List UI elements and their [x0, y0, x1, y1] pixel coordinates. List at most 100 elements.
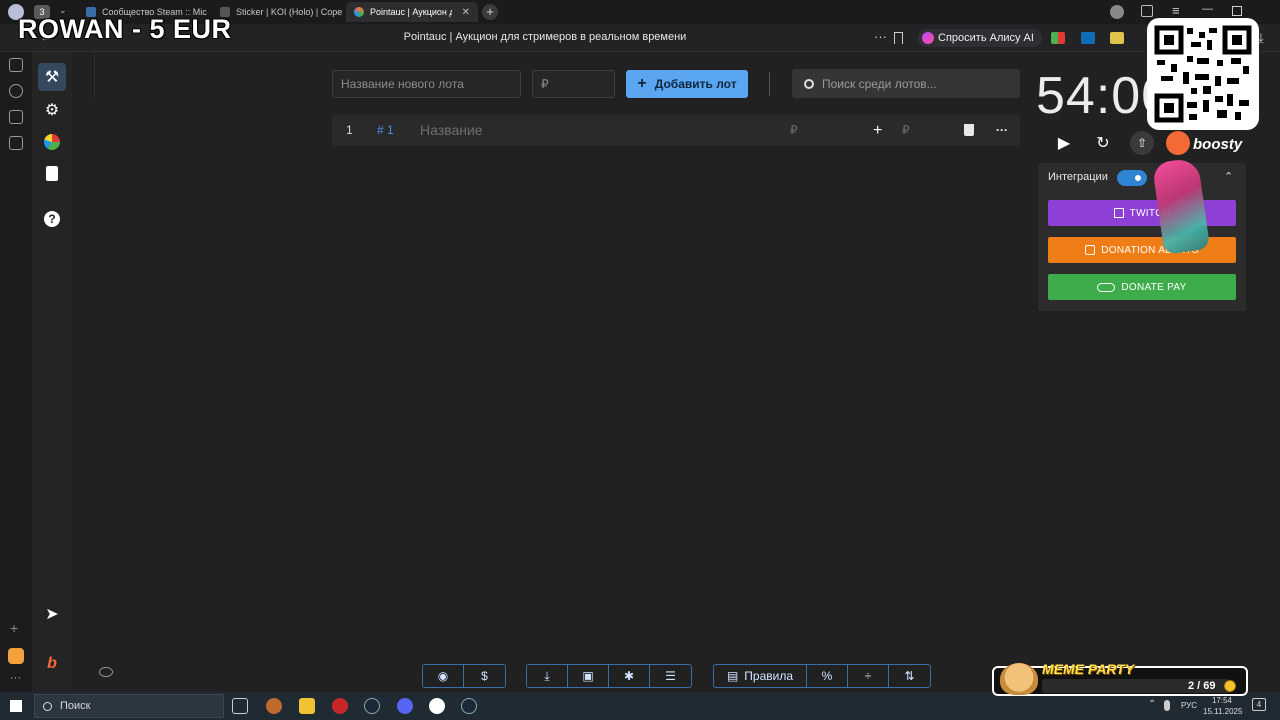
reset-icon[interactable]: ↻ — [1091, 131, 1115, 155]
rules-icon: ▤ — [726, 669, 739, 683]
donate-pay-button[interactable]: DONATE PAY — [1048, 274, 1236, 300]
steam-icon[interactable] — [461, 698, 477, 714]
donation-alerts-icon — [1085, 245, 1096, 255]
clipboard-icon[interactable] — [38, 159, 66, 187]
page-title[interactable]: Pointauc | Аукцион для стримеров в реаль… — [320, 31, 770, 43]
rules-label: Правила — [744, 669, 794, 683]
collections-icon[interactable] — [1141, 5, 1153, 17]
new-tab-button[interactable]: + — [482, 4, 498, 20]
tray-chevron-icon[interactable]: ⌃ — [1148, 699, 1156, 710]
steam-icon[interactable] — [364, 698, 380, 714]
doge-avatar — [1000, 663, 1038, 695]
help-icon[interactable]: ? — [38, 205, 66, 233]
percent-icon[interactable]: % — [807, 665, 848, 687]
bottom-group-rules: ▤ Правила % ÷ ⇅ — [713, 664, 931, 688]
lot-name-input[interactable]: Название — [420, 115, 483, 146]
profile-icon[interactable] — [1110, 5, 1124, 19]
notifications-icon[interactable]: 4 — [1252, 698, 1266, 711]
clear-lots-icon[interactable]: ☰ — [650, 665, 691, 687]
taskbar-app-icon[interactable] — [332, 698, 348, 714]
taskbar-search[interactable]: Поиск — [34, 694, 224, 718]
divide-icon[interactable]: ÷ — [848, 665, 889, 687]
close-tab-icon[interactable]: ✕ — [462, 7, 470, 18]
new-lot-price-input[interactable]: ₽ — [532, 70, 615, 98]
meme-count: 2 / 69 — [1188, 680, 1216, 692]
windows-start-icon[interactable] — [10, 700, 22, 712]
add-panel-icon[interactable]: + — [10, 620, 18, 636]
browser-tab-pointauc[interactable]: Pointauc | Аукцион для ✕ — [346, 2, 478, 22]
camera-icon[interactable] — [9, 136, 23, 150]
taskbar-app-icon[interactable] — [266, 698, 282, 714]
extension-sih-icon[interactable] — [1081, 32, 1095, 44]
bottom-group-file: ⤓ ▣ ✱ ☰ — [526, 664, 692, 688]
eye-icon[interactable] — [99, 667, 113, 677]
search-icon — [43, 701, 52, 711]
more-icon[interactable]: ··· — [874, 29, 887, 44]
tab-title: Sticker | KOI (Holo) | Copei — [236, 7, 342, 17]
search-placeholder: Поиск среди лотов... — [822, 76, 937, 91]
boosty-icon[interactable]: b — [38, 650, 66, 678]
search-icon — [804, 78, 814, 89]
lot-row[interactable]: 1 # 1 Название ₽ + ₽ ··· — [332, 115, 1020, 146]
rules-button[interactable]: ▤ Правила — [714, 665, 807, 687]
download-lots-icon[interactable]: ⤓ — [527, 665, 568, 687]
donate-pay-icon — [1097, 282, 1116, 292]
boosty-label: boosty — [1193, 136, 1243, 153]
alisa-icon — [922, 32, 934, 44]
bug-icon[interactable]: ✱ — [609, 665, 650, 687]
stream-watermark: ROWAN - 5 EUR — [18, 14, 232, 44]
bookmark-icon[interactable] — [894, 32, 903, 44]
gavel-icon[interactable]: ⚒ — [38, 63, 66, 91]
add-amount-input[interactable]: ₽ — [902, 115, 910, 146]
more-apps-icon[interactable]: ··· — [10, 672, 21, 684]
add-amount-icon[interactable]: + — [873, 115, 882, 146]
microphone-icon[interactable] — [1164, 700, 1170, 711]
qr-code-image — [1147, 18, 1259, 130]
new-lot-name-input[interactable]: Название нового лота — [332, 70, 521, 98]
file-explorer-icon[interactable] — [299, 698, 315, 714]
collapse-icon[interactable]: ⌃ — [1224, 170, 1233, 183]
bottom-app-icon[interactable] — [8, 648, 24, 664]
yandex-browser-icon[interactable] — [429, 698, 445, 714]
discord-icon[interactable] — [397, 698, 413, 714]
play-icon[interactable]: ▶ — [1052, 131, 1076, 155]
language-indicator[interactable]: РУС — [1181, 701, 1197, 710]
lot-id[interactable]: # 1 — [377, 115, 394, 146]
sidebar-divider — [94, 52, 95, 97]
boosty-logo-icon — [1166, 131, 1190, 155]
sort-icon[interactable]: ⇅ — [889, 665, 930, 687]
twitch-button[interactable]: TWITCH — [1048, 200, 1236, 226]
twitch-icon — [1113, 208, 1124, 218]
number-4-icon[interactable] — [9, 110, 23, 124]
donate-dollar-icon[interactable]: $ — [464, 665, 505, 687]
add-lot-button[interactable]: + Добавить лот — [626, 70, 748, 98]
github-icon[interactable]: ◉ — [423, 665, 464, 687]
app-sidebar: ⚒ ⚙ ? ➤ b — [32, 52, 72, 692]
ask-alisa-button[interactable]: Спросить Алису AI — [918, 29, 1042, 47]
task-view-icon[interactable] — [232, 698, 248, 714]
bottom-group-links: ◉ $ — [422, 664, 506, 688]
restore-icon[interactable] — [1232, 6, 1242, 16]
delete-lot-icon[interactable] — [964, 124, 974, 136]
add-time-icon[interactable]: ⇧ — [1130, 131, 1154, 155]
pointauc-favicon-icon — [354, 7, 364, 17]
integrations-label: Интеграции — [1048, 171, 1108, 183]
telegram-icon[interactable]: ➤ — [38, 600, 66, 628]
gear-icon[interactable]: ⚙ — [38, 96, 66, 124]
extension-shield-icon[interactable] — [1110, 32, 1124, 44]
lot-amount[interactable]: ₽ — [790, 115, 798, 146]
taskbar-clock[interactable]: 17:54 15.11.2025 — [1203, 695, 1242, 717]
video-icon[interactable] — [9, 84, 23, 98]
extension-flag-icon[interactable] — [1051, 32, 1065, 44]
meme-party-title: MEME PARTY — [1042, 661, 1135, 677]
donate-pay-label: DONATE PAY — [1121, 281, 1187, 293]
lot-search-input[interactable]: Поиск среди лотов... — [792, 69, 1020, 98]
coin-icon — [1224, 680, 1236, 692]
pie-chart-icon[interactable] — [38, 128, 66, 156]
integrations-toggle[interactable] — [1117, 170, 1147, 186]
save-icon[interactable]: ▣ — [568, 665, 609, 687]
lot-menu-icon[interactable]: ··· — [996, 115, 1008, 146]
history-icon[interactable] — [9, 58, 23, 72]
minimize-icon[interactable]: — — [1202, 3, 1213, 15]
menu-icon[interactable]: ≡ — [1172, 3, 1180, 18]
